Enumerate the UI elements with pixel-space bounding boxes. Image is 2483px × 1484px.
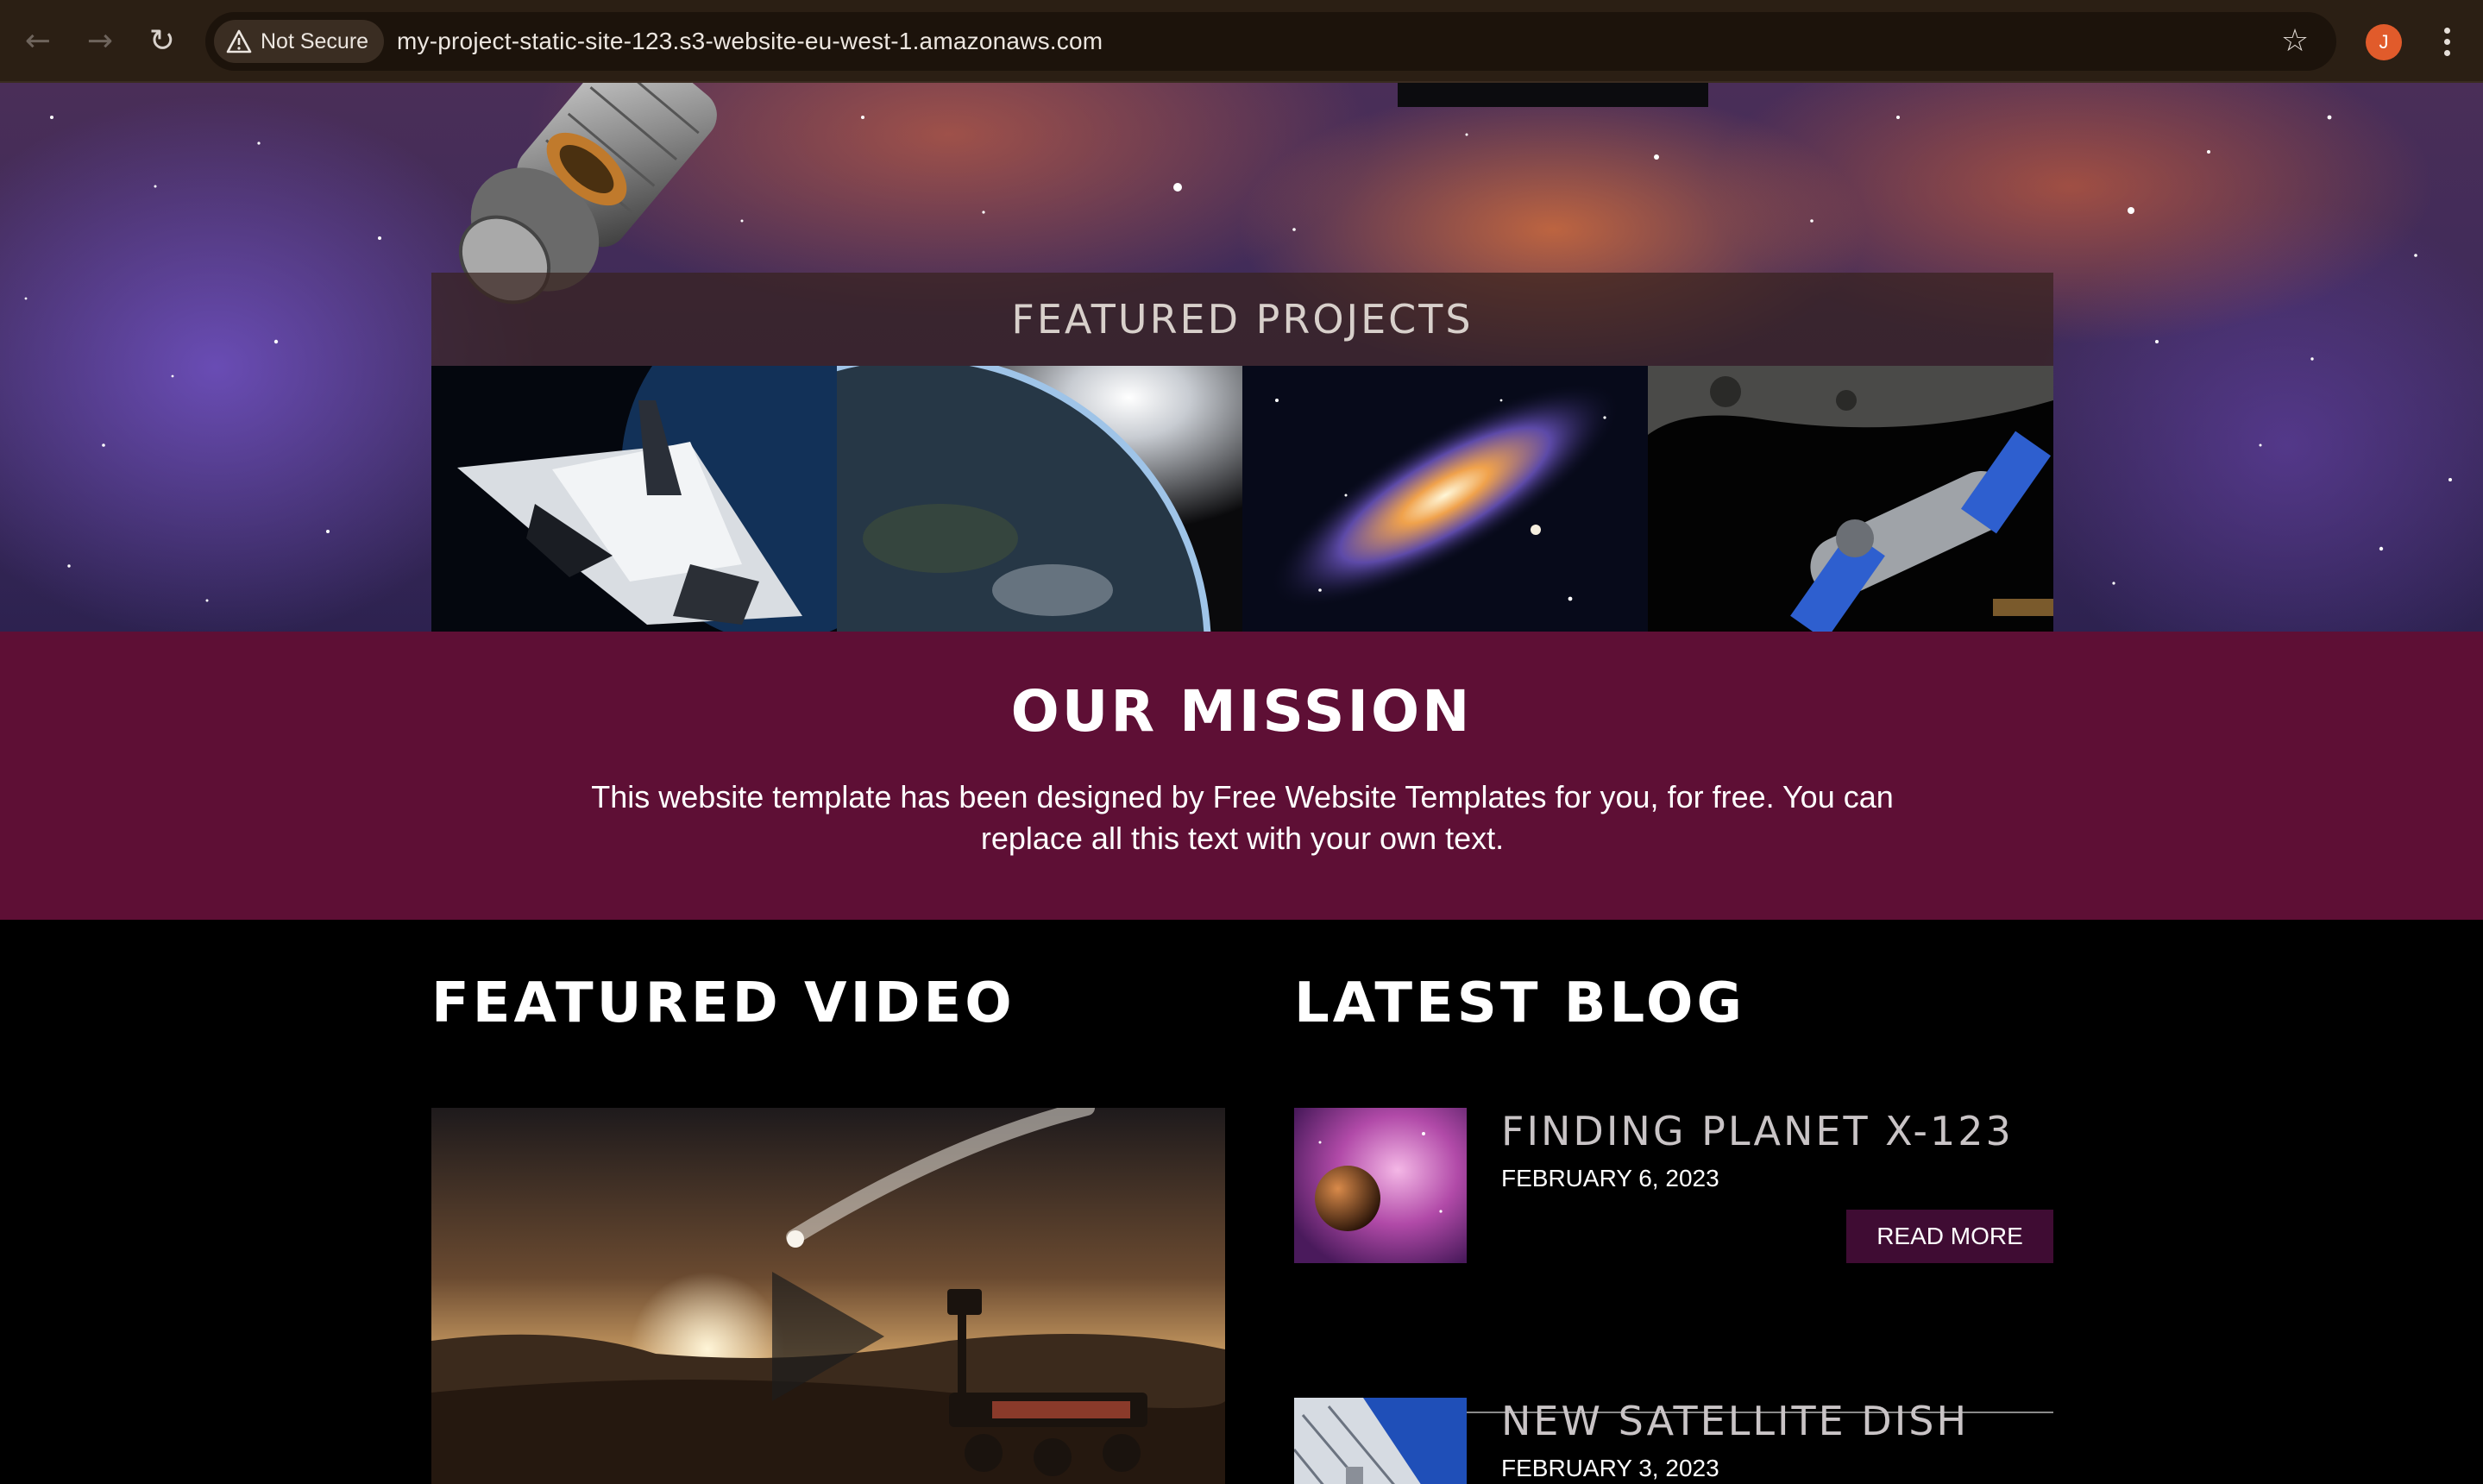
project-thumbnails: [431, 366, 2053, 632]
featured-projects-header: FEATURED PROJECTS: [431, 273, 2053, 366]
blog-post-date: FEBRUARY 6, 2023: [1501, 1165, 1719, 1192]
avatar[interactable]: J: [2366, 24, 2402, 60]
mission-text: This website template has been designed …: [591, 779, 1894, 856]
blog-post-title[interactable]: FINDING PLANET X-123: [1501, 1108, 2014, 1154]
blog-post-date: FEBRUARY 3, 2023: [1501, 1455, 1719, 1481]
play-icon[interactable]: [772, 1272, 884, 1401]
star-icon[interactable]: ☆: [2278, 24, 2312, 59]
blog-post-title[interactable]: NEW SATELLITE DISH: [1501, 1398, 1969, 1444]
blog-post: NEW SATELLITE DISH FEBRUARY 3, 2023: [1294, 1398, 2053, 1484]
blog-post: FINDING PLANET X-123 FEBRUARY 6, 2023 RE…: [1294, 1108, 2053, 1263]
blog-post-image[interactable]: [1294, 1108, 1467, 1263]
nav-bar-edge: [1398, 83, 1708, 107]
project-thumb-shuttle[interactable]: [431, 366, 837, 632]
reload-icon[interactable]: ↻: [140, 19, 185, 64]
mission-section: OUR MISSION This website template has be…: [0, 632, 2483, 920]
project-thumb-space-station[interactable]: [1648, 366, 2053, 632]
more-menu-icon[interactable]: [2430, 19, 2464, 64]
project-thumb-galaxy[interactable]: [1242, 366, 1648, 632]
featured-video-title: FEATURED VIDEO: [431, 972, 1015, 1035]
latest-blog-title: LATEST BLOG: [1294, 972, 1745, 1035]
browser-toolbar: ← → ↻ Not Secure my-project-static-site-…: [0, 0, 2483, 83]
warning-icon: [226, 29, 252, 53]
forward-icon[interactable]: →: [78, 19, 123, 64]
featured-video-player[interactable]: [431, 1108, 1225, 1484]
security-chip[interactable]: Not Secure: [214, 20, 385, 63]
address-bar[interactable]: Not Secure my-project-static-site-123.s3…: [205, 12, 2336, 71]
security-label: Not Secure: [261, 28, 369, 53]
url-text[interactable]: my-project-static-site-123.s3-website-eu…: [397, 12, 1103, 71]
mission-title: OUR MISSION: [1010, 678, 1473, 745]
content-section: FEATURED VIDEO LATEST BLOG FINDING PLANE…: [0, 920, 2483, 1484]
back-icon[interactable]: ←: [16, 19, 60, 64]
featured-projects-title: FEATURED PROJECTS: [1011, 296, 1474, 343]
featured-projects: FEATURED PROJECTS: [431, 273, 2053, 632]
project-thumb-earth[interactable]: [837, 366, 1242, 632]
blog-post-image[interactable]: [1294, 1398, 1467, 1484]
read-more-button[interactable]: READ MORE: [1846, 1210, 2053, 1263]
hero-section: FEATURED PROJECTS: [0, 83, 2483, 632]
web-page: FEATURED PROJECTS OUR MISSION This websi…: [0, 83, 2483, 1484]
